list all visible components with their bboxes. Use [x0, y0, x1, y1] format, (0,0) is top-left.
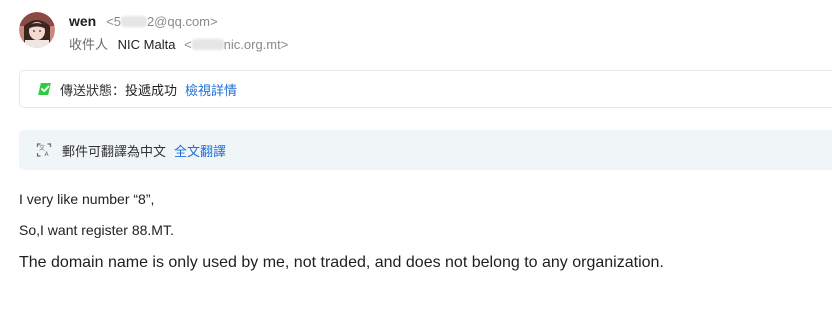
translate-icon: 文 A — [36, 142, 52, 158]
status-label: 傳送狀態： — [60, 82, 126, 98]
recipient-email: < nic.org.mt> — [184, 37, 288, 52]
sender-email-prefix: <5 — [106, 14, 121, 29]
sender-email-suffix: 2@qq.com> — [146, 14, 218, 29]
recipient-line: 收件人 NIC Malta < nic.org.mt> — [69, 36, 288, 54]
sender-email: <5 2@qq.com> — [106, 14, 217, 29]
sender-avatar[interactable] — [19, 12, 55, 48]
recipient-email-prefix: < — [184, 37, 192, 52]
recipient-email-suffix: nic.org.mt> — [223, 37, 289, 52]
translate-bar: 文 A 郵件可翻譯為中文 全文翻譯 — [19, 130, 832, 170]
sender-line: wen <5 2@qq.com> — [69, 12, 218, 30]
body-line-2: So,I want register 88.MT. — [19, 222, 174, 238]
svg-text:A: A — [45, 151, 50, 158]
full-translate-link[interactable]: 全文翻譯 — [174, 141, 226, 160]
translate-prompt: 郵件可翻譯為中文 — [62, 143, 167, 159]
email-header: wen <5 2@qq.com> 收件人 NIC Malta < nic.org.m… — [19, 12, 819, 56]
sender-name[interactable]: wen — [69, 13, 96, 29]
delivery-status-bar: 傳送狀態： 投遞成功 檢視詳情 — [19, 70, 832, 108]
body-line-3: The domain name is only used by me, not … — [19, 254, 664, 271]
avatar-image — [19, 12, 55, 48]
status-value: 投遞成功 — [125, 82, 178, 98]
recipient-name[interactable]: NIC Malta — [118, 37, 176, 52]
redacted-blur — [191, 39, 224, 50]
recipient-label: 收件人 — [69, 37, 109, 52]
email-view: wen <5 2@qq.com> 收件人 NIC Malta < nic.org.m… — [0, 0, 832, 310]
view-details-link[interactable]: 檢視詳情 — [185, 80, 237, 99]
redacted-blur — [120, 16, 147, 27]
check-icon — [38, 82, 52, 96]
body-line-1: I very like number “8”, — [19, 191, 155, 207]
